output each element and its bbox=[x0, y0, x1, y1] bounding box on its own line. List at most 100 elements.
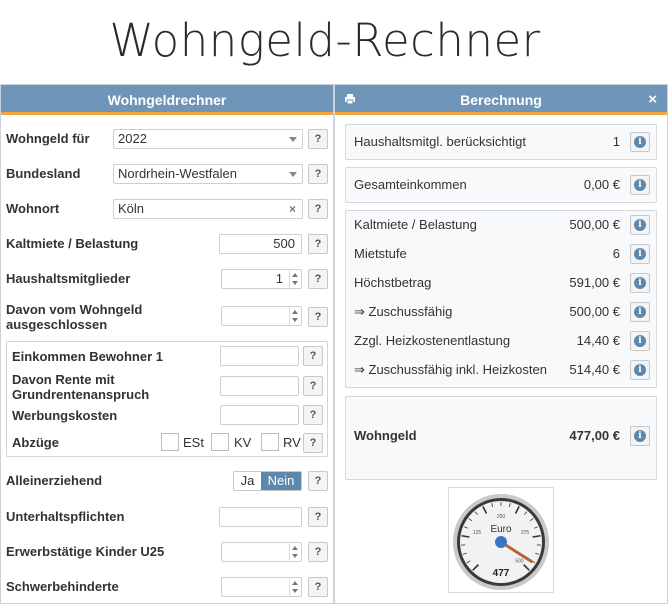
bundesland-select[interactable]: Nordrhein-Westfalen bbox=[113, 164, 303, 184]
help-button-abzuege[interactable]: ? bbox=[303, 433, 323, 453]
gauge-center-cap bbox=[495, 536, 507, 548]
rente-label-line1: Davon Rente mit bbox=[12, 372, 115, 387]
unterhalt-label: Unterhaltspflichten bbox=[6, 509, 124, 524]
help-button-werbungskosten[interactable]: ? bbox=[303, 405, 323, 425]
info-button[interactable]: i bbox=[630, 244, 650, 264]
haushaltsmitglieder-stepper[interactable]: 1 bbox=[221, 269, 302, 289]
info-button[interactable]: i bbox=[630, 331, 650, 351]
schwerbehinderte-row: Schwerbehinderte ? bbox=[6, 577, 328, 597]
wohngeld-year-select[interactable]: 2022 bbox=[113, 129, 303, 149]
result-value: 500,00 € bbox=[569, 215, 620, 235]
info-icon: i bbox=[634, 179, 646, 191]
wohnort-input[interactable]: Köln × bbox=[113, 199, 303, 219]
help-button-einkommen[interactable]: ? bbox=[303, 346, 323, 366]
info-icon: i bbox=[634, 306, 646, 318]
result-value: 6 bbox=[613, 244, 620, 264]
info-icon: i bbox=[634, 136, 646, 148]
checkbox-kv-label: KV bbox=[234, 435, 251, 450]
info-button[interactable]: i bbox=[630, 175, 650, 195]
stepper-arrows-icon[interactable] bbox=[289, 543, 301, 561]
info-icon: i bbox=[634, 335, 646, 347]
info-button[interactable]: i bbox=[630, 132, 650, 152]
checkbox-rv[interactable] bbox=[261, 433, 279, 451]
kinder-stepper[interactable] bbox=[221, 542, 302, 562]
wohngeld-result-label: Wohngeld bbox=[354, 426, 417, 446]
result-label: Zzgl. Heizkostenentlastung bbox=[354, 331, 510, 351]
alleinerziehend-toggle[interactable]: JaNein bbox=[233, 471, 302, 491]
checkbox-kv[interactable] bbox=[211, 433, 229, 451]
gauge-unit-label: Euro bbox=[490, 524, 512, 535]
result-title: Berechnung bbox=[460, 92, 542, 108]
result-value: 1 bbox=[613, 132, 620, 152]
bundesland-value: Nordrhein-Westfalen bbox=[118, 166, 237, 181]
einkommen-input[interactable] bbox=[220, 346, 299, 366]
info-button[interactable]: i bbox=[630, 215, 650, 235]
help-button-alleinerziehend[interactable]: ? bbox=[308, 471, 328, 491]
rente-label-line2: Grundrentenanspruch bbox=[12, 387, 149, 402]
result-label: Haushaltsmitgl. berücksichtigt bbox=[354, 132, 526, 152]
result-header: Berechnung × bbox=[335, 85, 667, 115]
werbungskosten-input[interactable] bbox=[220, 405, 299, 425]
checkbox-est[interactable] bbox=[161, 433, 179, 451]
unterhalt-row: Unterhaltspflichten ? bbox=[6, 507, 328, 527]
result-row-mietstufe: Mietstufe 6 i bbox=[354, 244, 650, 264]
chevron-down-icon bbox=[289, 172, 297, 177]
income-group: Einkommen Bewohner 1 ? Davon Rente mit G… bbox=[6, 341, 328, 457]
clear-icon[interactable]: × bbox=[289, 200, 296, 218]
rente-input[interactable] bbox=[220, 376, 299, 396]
result-box-rent: Kaltmiete / Belastung 500,00 € i Mietstu… bbox=[345, 210, 657, 388]
kaltmiete-input[interactable]: 500 bbox=[219, 234, 302, 254]
ausgeschlossen-label: Davon vom Wohngeld ausgeschlossen bbox=[6, 302, 142, 332]
toggle-ja[interactable]: Ja bbox=[234, 472, 261, 490]
result-row-heizkosten: Zzgl. Heizkostenentlastung 14,40 € i bbox=[354, 331, 650, 351]
info-button[interactable]: i bbox=[630, 360, 650, 380]
werbungskosten-label: Werbungskosten bbox=[12, 408, 117, 423]
help-button-kinder[interactable]: ? bbox=[308, 542, 328, 562]
schwerbehinderte-stepper[interactable] bbox=[221, 577, 302, 597]
rente-label: Davon Rente mit Grundrentenanspruch bbox=[12, 372, 149, 402]
stepper-arrows-icon[interactable] bbox=[289, 578, 301, 596]
stepper-arrows-icon[interactable] bbox=[289, 307, 301, 325]
result-panel: Berechnung × Haushaltsmitgl. berücksicht… bbox=[334, 84, 668, 604]
wohngeld-result-value: 477,00 € bbox=[569, 426, 620, 446]
help-button-rente[interactable]: ? bbox=[303, 376, 323, 396]
result-label: Gesamteinkommen bbox=[354, 175, 467, 195]
close-icon[interactable]: × bbox=[648, 85, 657, 115]
info-button[interactable]: i bbox=[630, 273, 650, 293]
result-value: 0,00 € bbox=[584, 175, 620, 195]
info-icon: i bbox=[634, 430, 646, 442]
gauge-tick-label: 125 bbox=[473, 530, 482, 536]
result-label: Mietstufe bbox=[354, 244, 407, 264]
help-button-haushaltsmitglieder[interactable]: ? bbox=[308, 269, 328, 289]
info-button[interactable]: i bbox=[630, 426, 650, 446]
haushaltsmitglieder-row: Haushaltsmitglieder 1 ? bbox=[6, 269, 328, 289]
result-row-haushalt: Haushaltsmitgl. berücksichtigt 1 i bbox=[354, 132, 650, 152]
ausgeschlossen-stepper[interactable] bbox=[221, 306, 302, 326]
help-button-wohngeld-year[interactable]: ? bbox=[308, 129, 328, 149]
wohngeld-gauge: 125250375500 Euro 477 bbox=[448, 487, 554, 593]
help-button-wohnort[interactable]: ? bbox=[308, 199, 328, 219]
gauge-tick-label: 500 bbox=[515, 558, 524, 564]
wohnort-label: Wohnort bbox=[6, 201, 59, 216]
result-value: 591,00 € bbox=[569, 273, 620, 293]
page-title: Wohngeld-Rechner bbox=[0, 14, 650, 67]
gauge-tick-label: 375 bbox=[521, 530, 530, 536]
kinder-row: Erwerbstätige Kinder U25 ? bbox=[6, 542, 328, 562]
help-button-unterhalt[interactable]: ? bbox=[308, 507, 328, 527]
help-button-schwerbehinderte[interactable]: ? bbox=[308, 577, 328, 597]
ausgeschlossen-label-line2: ausgeschlossen bbox=[6, 317, 107, 332]
unterhalt-input[interactable] bbox=[219, 507, 302, 527]
ausgeschlossen-label-line1: Davon vom Wohngeld bbox=[6, 302, 142, 317]
result-label: ⇒ Zuschussfähig inkl. Heizkosten bbox=[354, 360, 547, 380]
stepper-arrows-icon[interactable] bbox=[289, 270, 301, 288]
print-icon[interactable] bbox=[345, 94, 355, 104]
wohngeld-year-label: Wohngeld für bbox=[6, 131, 90, 146]
toggle-nein[interactable]: Nein bbox=[261, 472, 301, 490]
help-button-ausgeschlossen[interactable]: ? bbox=[308, 307, 328, 327]
kaltmiete-row: Kaltmiete / Belastung 500 ? bbox=[6, 234, 328, 254]
help-button-bundesland[interactable]: ? bbox=[308, 164, 328, 184]
help-button-kaltmiete[interactable]: ? bbox=[308, 234, 328, 254]
checkbox-rv-label: RV bbox=[283, 435, 301, 450]
wohnort-row: Wohnort Köln × ? bbox=[6, 199, 328, 219]
info-button[interactable]: i bbox=[630, 302, 650, 322]
